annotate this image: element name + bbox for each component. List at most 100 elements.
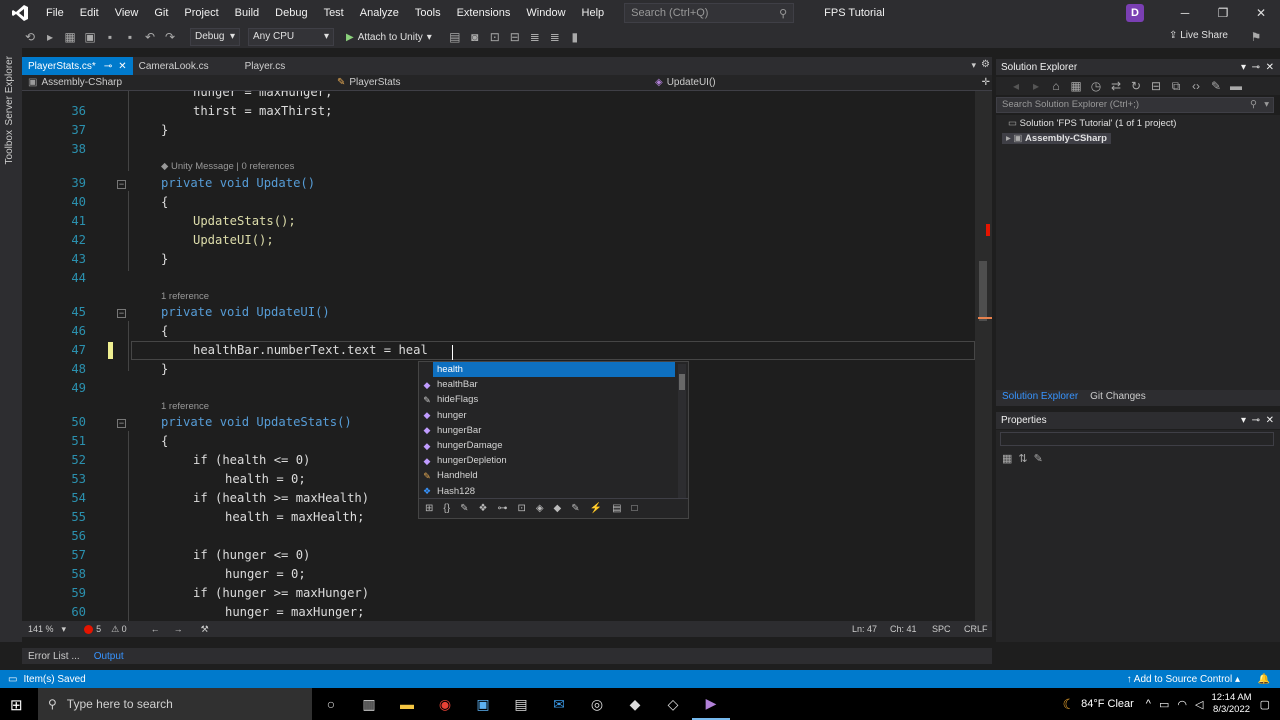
avatar[interactable]: D (1126, 4, 1144, 22)
warning-count[interactable]: ⚠ 0 (111, 624, 127, 635)
search-box[interactable]: Search (Ctrl+Q) ⚲ (624, 3, 795, 23)
completion-item[interactable]: ✎ hideFlags (419, 392, 675, 407)
pin-icon[interactable]: ⊸ (104, 61, 112, 72)
completion-item[interactable]: ◆ hungerDamage (419, 438, 675, 453)
settings-icon[interactable]: ⚙ (981, 59, 990, 70)
zoom-level[interactable]: 141 % (28, 624, 54, 634)
preview-icon[interactable]: ▬ (1227, 78, 1245, 94)
filter-snippet-icon[interactable]: □ (632, 503, 638, 514)
pin-icon[interactable]: ⊸ (1252, 62, 1260, 73)
toolbox-tab[interactable]: Toolbox (4, 130, 15, 164)
indent-icon[interactable]: ≣ (526, 29, 544, 45)
store-icon[interactable]: ▤ (502, 688, 540, 720)
codelens-references[interactable]: 1 reference (161, 401, 209, 412)
notification-center-icon[interactable]: ▢ (1260, 698, 1270, 711)
app-icon[interactable]: ▣ (464, 688, 502, 720)
back-icon[interactable]: ◂ (1007, 78, 1025, 94)
tab-list-icon[interactable]: ▾ (971, 60, 976, 71)
completion-item[interactable]: ❖ Hash128 (419, 484, 675, 499)
class-dropdown[interactable]: ✎ PlayerStats (337, 77, 655, 88)
tab-player[interactable]: Player.cs (239, 57, 292, 75)
completion-item[interactable]: ◆ hungerDepletion (419, 453, 675, 468)
tray-expand-icon[interactable]: ^ (1146, 698, 1151, 710)
back-icon[interactable]: ⟲ (21, 29, 39, 45)
forward-icon[interactable]: ▸ (1027, 78, 1045, 94)
tab-playerstats[interactable]: PlayerStats.cs* ⊸ ✕ (22, 57, 133, 75)
code-editor[interactable]: hunger = maxHunger; 36 thirst = maxThirs… (22, 91, 992, 621)
bookmark-icon[interactable]: ▮ (566, 29, 584, 45)
filter-event-icon[interactable]: ⚡ (590, 503, 602, 514)
filter-property-icon[interactable]: ✎ (571, 503, 579, 514)
project-dropdown[interactable]: ▣ Assembly-CSharp (22, 77, 337, 88)
tab-output[interactable]: Output (94, 651, 124, 662)
home-icon[interactable]: ⌂ (1047, 78, 1065, 94)
platform-dropdown[interactable]: Any CPU ▾ (248, 28, 334, 46)
completion-scrollbar[interactable] (678, 364, 686, 498)
codelens-unity[interactable]: ◆ Unity Message | 0 references (161, 161, 294, 172)
scroll-thumb[interactable] (679, 374, 685, 390)
refresh-icon[interactable]: ↻ (1127, 78, 1145, 94)
sync-icon[interactable]: ⇄ (1107, 78, 1125, 94)
server-explorer-tab[interactable]: Server Explorer (4, 56, 15, 125)
live-share-button[interactable]: ⇪ Live Share (1169, 30, 1228, 41)
view-code-icon[interactable]: ‹› (1187, 78, 1205, 94)
chevron-down-icon[interactable]: ▾ (1264, 99, 1269, 110)
taskbar-search[interactable]: ⚲ Type here to search (38, 688, 312, 720)
nav-back-icon[interactable]: ← (151, 624, 160, 634)
line-ending[interactable]: CRLF (964, 624, 988, 634)
folder-icon[interactable]: ▤ (446, 29, 464, 45)
collapse-icon[interactable]: − (117, 419, 126, 428)
layout2-icon[interactable]: ⊟ (506, 29, 524, 45)
volume-icon[interactable]: ◁ (1195, 698, 1203, 711)
save-icon[interactable]: ▪ (101, 29, 119, 45)
filter-braces-icon[interactable]: {} (443, 503, 450, 514)
member-dropdown[interactable]: ◈ UpdateUI() (655, 77, 716, 88)
obs-icon[interactable]: ◎ (578, 688, 616, 720)
menu-window[interactable]: Window (518, 0, 573, 26)
maximize-icon[interactable]: ❐ (1204, 6, 1242, 20)
filter-interface-icon[interactable]: ⊶ (497, 503, 507, 514)
visual-studio-icon[interactable]: ▶ (692, 688, 730, 720)
history-icon[interactable]: ◷ (1087, 78, 1105, 94)
camera-icon[interactable]: ◙ (466, 29, 484, 45)
save-all-icon[interactable]: ▪ (121, 29, 139, 45)
close-icon[interactable]: ✕ (1242, 6, 1280, 20)
collapse-icon[interactable]: − (117, 309, 126, 318)
chevron-down-icon[interactable]: ▾ (1241, 62, 1246, 73)
menu-debug[interactable]: Debug (267, 0, 315, 26)
mail-icon[interactable]: ✉ (540, 688, 578, 720)
filter-expand-icon[interactable]: ⊞ (425, 503, 433, 514)
property-pages-icon[interactable]: ✎ (1034, 452, 1043, 465)
layout-icon[interactable]: ⊡ (486, 29, 504, 45)
indent-mode[interactable]: SPC (932, 624, 951, 634)
notifications-icon[interactable]: 🔔 (1258, 674, 1270, 685)
solutions-icon[interactable]: ▦ (1067, 78, 1085, 94)
solution-search-input[interactable]: Search Solution Explorer (Ctrl+;) ⚲ ▾ (996, 97, 1274, 113)
filter-enum-icon[interactable]: ⊡ (517, 503, 525, 514)
alphabetical-icon[interactable]: ⇅ (1018, 452, 1027, 465)
open-icon[interactable]: ▣ (81, 29, 99, 45)
weather-text[interactable]: 84°F Clear (1081, 698, 1134, 710)
scroll-thumb[interactable] (979, 261, 987, 321)
menu-file[interactable]: File (38, 0, 72, 26)
cortana-icon[interactable]: ○ (312, 688, 350, 720)
chevron-down-icon[interactable]: ▾ (1241, 415, 1246, 426)
chevron-down-icon[interactable]: ▾ (62, 624, 67, 635)
menu-analyze[interactable]: Analyze (352, 0, 407, 26)
properties-object-dropdown[interactable] (1000, 432, 1274, 446)
tree-item-solution[interactable]: ▭ Solution 'FPS Tutorial' (1 of 1 projec… (1008, 118, 1176, 129)
tree-item-project[interactable]: ▸ ▣ Assembly-CSharp (1002, 133, 1111, 144)
close-icon[interactable]: ✕ (118, 61, 126, 72)
new-item-icon[interactable]: ▦ (61, 29, 79, 45)
filter-delegate-icon[interactable]: ◈ (536, 503, 544, 514)
file-explorer-icon[interactable]: ▬ (388, 688, 426, 720)
forward-icon[interactable]: ▸ (41, 29, 59, 45)
nav-forward-icon[interactable]: → (174, 624, 183, 634)
clock[interactable]: 12:14 AM 8/3/2022 (1211, 692, 1251, 716)
filter-field-icon[interactable]: ◆ (554, 503, 562, 514)
close-icon[interactable]: ✕ (1266, 62, 1274, 73)
codelens-references[interactable]: 1 reference (161, 291, 209, 302)
split-icon[interactable]: ✛ (982, 77, 990, 88)
categorized-icon[interactable]: ▦ (1002, 452, 1012, 465)
menu-test[interactable]: Test (316, 0, 352, 26)
